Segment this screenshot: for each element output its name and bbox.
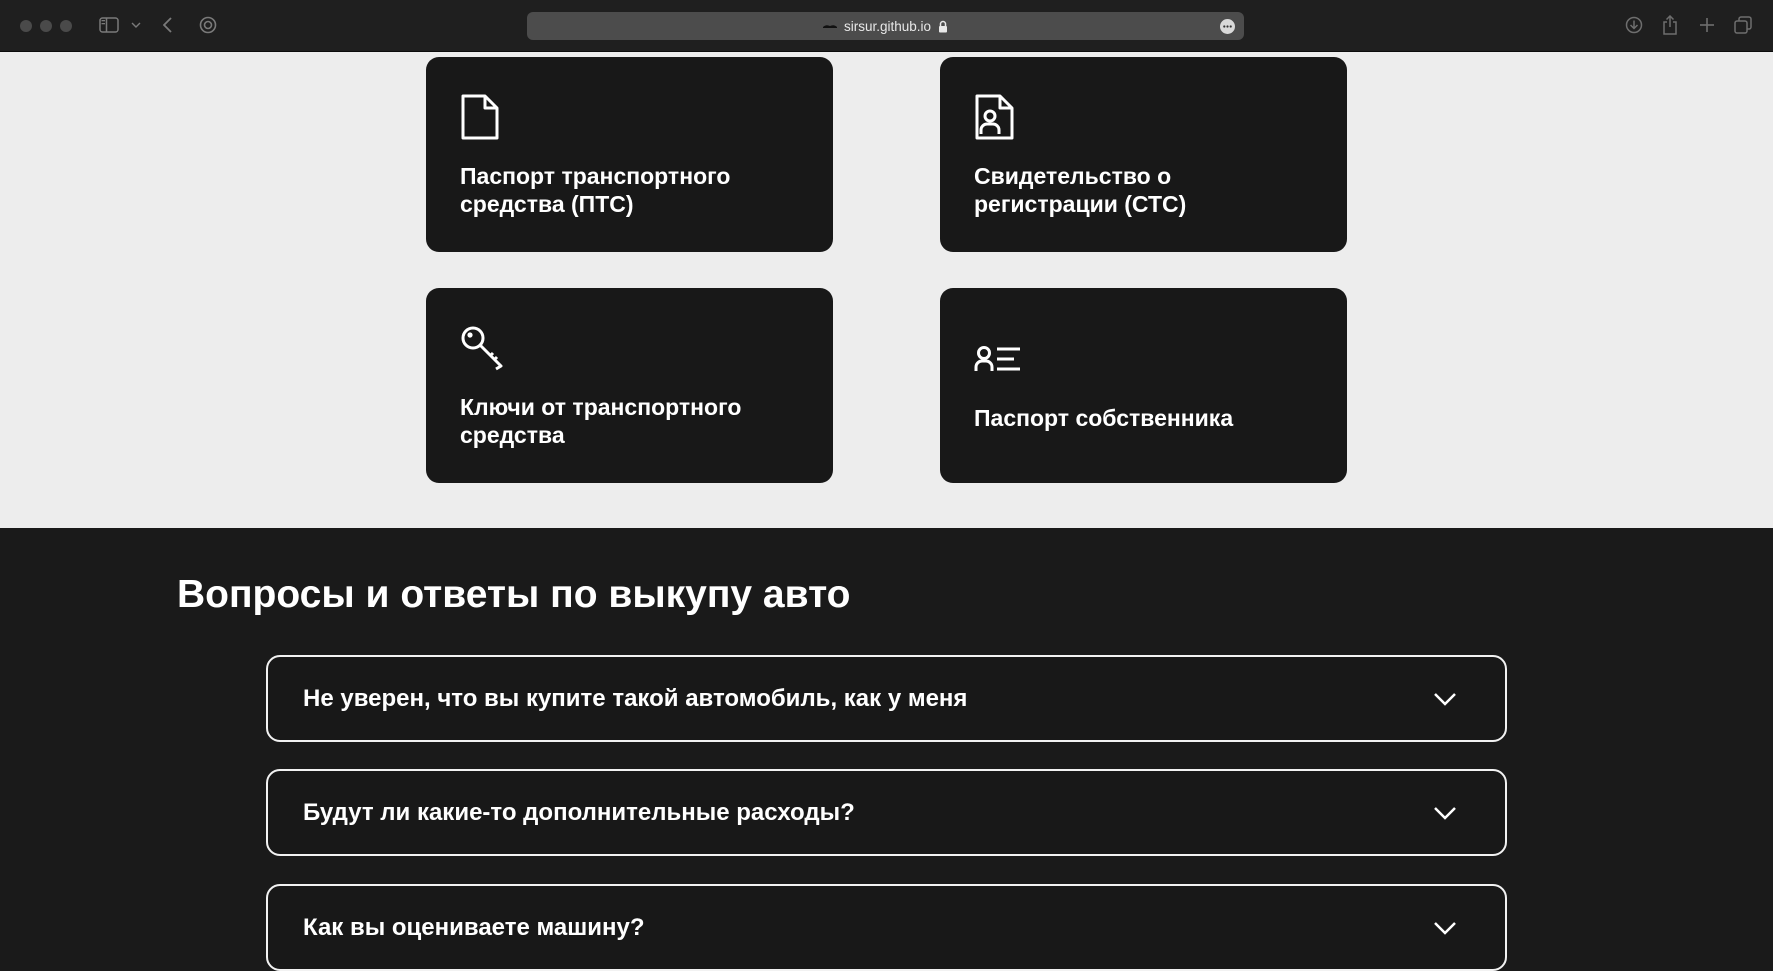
faq-heading: Вопросы и ответы по выкупу авто bbox=[177, 573, 851, 616]
share-icon[interactable] bbox=[1660, 14, 1680, 36]
sidebar-icon[interactable] bbox=[98, 14, 120, 36]
document-card-owner-passport: Паспорт собственника bbox=[940, 288, 1347, 483]
document-card-pts: Паспорт транспортного средства (ПТС) bbox=[426, 57, 833, 252]
document-icon bbox=[460, 94, 500, 145]
card-title: Паспорт собственника bbox=[974, 405, 1234, 431]
chevron-down-icon[interactable] bbox=[1433, 920, 1457, 936]
card-title: Паспорт транспортного средства (ПТС) bbox=[460, 163, 731, 217]
document-card-keys: Ключи от транспортного средства bbox=[426, 288, 833, 483]
documents-section: Паспорт транспортного средства (ПТС) Сви… bbox=[0, 52, 1773, 528]
card-title: Свидетельство о регистрации (СТС) bbox=[974, 163, 1187, 217]
faq-item[interactable]: Не уверен, что вы купите такой автомобил… bbox=[266, 655, 1507, 742]
minimize-window-button[interactable] bbox=[40, 20, 52, 32]
lock-icon bbox=[939, 20, 948, 32]
faq-item[interactable]: Как вы оцениваете машину? bbox=[266, 884, 1507, 971]
chevron-down-icon[interactable] bbox=[1433, 691, 1457, 707]
back-icon[interactable] bbox=[160, 14, 174, 36]
url-text: sirsur.github.io bbox=[843, 18, 932, 34]
tabs-icon[interactable] bbox=[1733, 14, 1753, 36]
plus-icon[interactable] bbox=[1697, 14, 1717, 36]
close-window-button[interactable] bbox=[20, 20, 32, 32]
card-title: Ключи от транспортного средства bbox=[460, 394, 742, 448]
key-icon bbox=[460, 325, 506, 376]
download-icon[interactable] bbox=[1624, 14, 1644, 36]
address-bar[interactable]: sirsur.github.io bbox=[527, 12, 1244, 40]
faq-question: Как вы оцениваете машину? bbox=[303, 913, 645, 941]
chevron-down-icon[interactable] bbox=[129, 14, 143, 36]
chevron-down-icon[interactable] bbox=[1433, 805, 1457, 821]
privacy-icon[interactable] bbox=[198, 14, 218, 36]
document-card-sts: Свидетельство о регистрации (СТС) bbox=[940, 57, 1347, 252]
faq-item[interactable]: Будут ли какие-то дополнительные расходы… bbox=[266, 769, 1507, 856]
id-card-icon bbox=[974, 345, 1022, 378]
zoom-window-button[interactable] bbox=[60, 20, 72, 32]
registration-certificate-icon bbox=[974, 94, 1016, 145]
site-favicon-icon bbox=[822, 24, 837, 28]
faq-question: Будут ли какие-то дополнительные расходы… bbox=[303, 798, 855, 826]
browser-toolbar: sirsur.github.io bbox=[0, 0, 1773, 52]
faq-question: Не уверен, что вы купите такой автомобил… bbox=[303, 684, 968, 712]
more-icon[interactable] bbox=[1220, 19, 1235, 34]
